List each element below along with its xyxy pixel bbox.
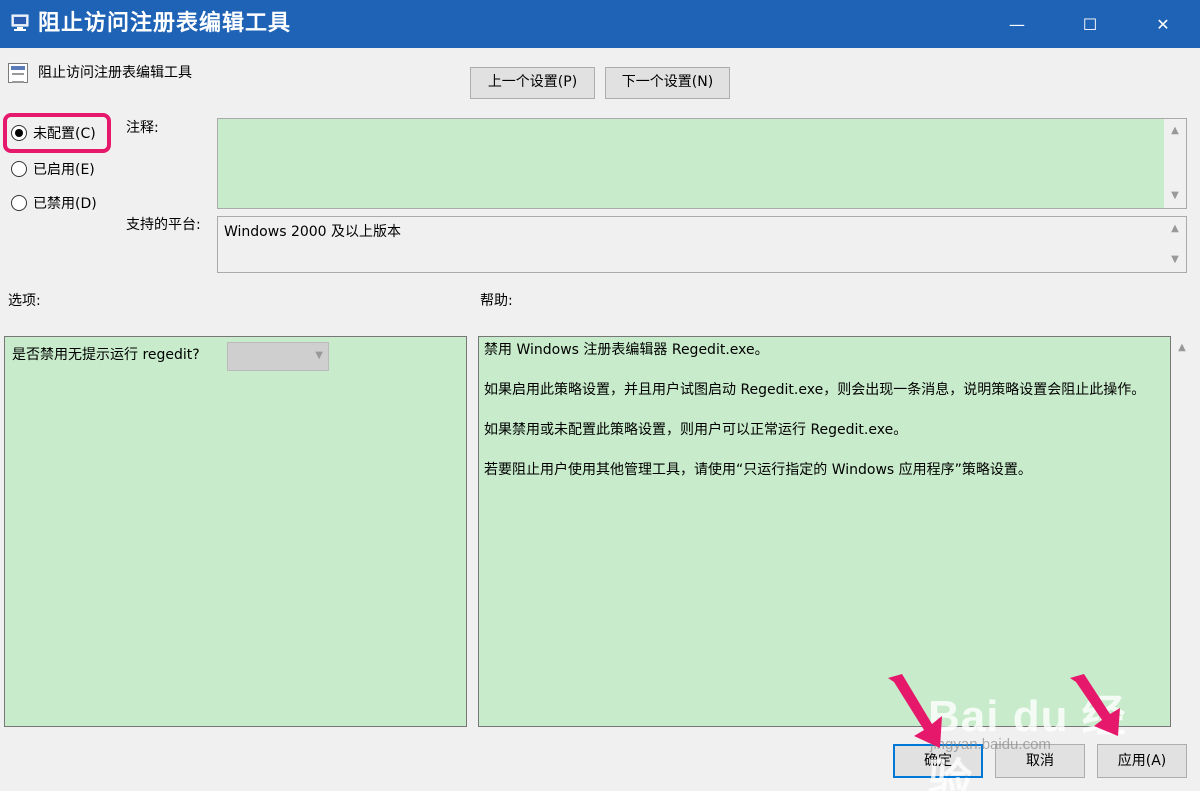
scroll-down-icon[interactable]: ▼ <box>1169 254 1181 266</box>
help-paragraph: 若要阻止用户使用其他管理工具，请使用“只运行指定的 Windows 应用程序”策… <box>484 462 1032 478</box>
policy-setting-icon <box>8 63 28 83</box>
help-paragraph: 如果禁用或未配置此策略设置，则用户可以正常运行 Regedit.exe。 <box>484 422 908 438</box>
platform-value: Windows 2000 及以上版本 <box>224 224 402 240</box>
radio-not-configured[interactable]: 未配置(C) <box>11 123 96 143</box>
arrow-to-apply-icon <box>1070 674 1120 736</box>
next-setting-button[interactable]: 下一个设置(N) <box>605 67 730 99</box>
radio-label: 未配置(C) <box>33 126 96 142</box>
title-bar: 阻止访问注册表编辑工具 — ☐ ✕ <box>0 0 1200 48</box>
radio-button-checked-icon[interactable] <box>11 125 27 141</box>
scroll-up-icon[interactable]: ▲ <box>1176 342 1188 354</box>
scroll-down-icon[interactable]: ▼ <box>1169 190 1181 202</box>
previous-setting-button[interactable]: 上一个设置(P) <box>470 67 595 99</box>
radio-label: 已启用(E) <box>33 162 95 178</box>
platform-label: 支持的平台: <box>126 217 201 233</box>
radio-disabled[interactable]: 已禁用(D) <box>11 193 97 213</box>
note-label: 注释: <box>126 120 159 136</box>
platform-scrollbar[interactable]: ▲ ▼ <box>1164 217 1186 272</box>
radio-label: 已禁用(D) <box>33 196 97 212</box>
close-button[interactable]: ✕ <box>1140 0 1186 48</box>
options-label: 选项: <box>8 293 41 309</box>
scroll-up-icon[interactable]: ▲ <box>1169 223 1181 235</box>
option-question: 是否禁用无提示运行 regedit? <box>12 347 200 363</box>
radio-enabled[interactable]: 已启用(E) <box>11 159 95 179</box>
radio-button-icon[interactable] <box>11 195 27 211</box>
help-paragraph: 禁用 Windows 注册表编辑器 Regedit.exe。 <box>484 342 769 358</box>
scroll-up-icon[interactable]: ▲ <box>1169 125 1181 137</box>
policy-name: 阻止访问注册表编辑工具 <box>38 65 192 81</box>
window-title: 阻止访问注册表编辑工具 <box>38 11 292 36</box>
maximize-button[interactable]: ☐ <box>1067 0 1113 48</box>
group-policy-app-icon <box>11 14 29 31</box>
help-panel: 禁用 Windows 注册表编辑器 Regedit.exe。 如果启用此策略设置… <box>478 336 1171 727</box>
note-scrollbar[interactable]: ▲ ▼ <box>1164 119 1186 208</box>
option-dropdown[interactable]: ▼ <box>227 342 329 371</box>
minimize-button[interactable]: — <box>994 0 1040 48</box>
note-textarea[interactable]: ▲ ▼ <box>217 118 1187 209</box>
annotation-arrows <box>888 674 1120 748</box>
radio-button-icon[interactable] <box>11 161 27 177</box>
options-panel: 是否禁用无提示运行 regedit? ▼ <box>4 336 467 727</box>
arrow-to-ok-icon <box>888 674 942 748</box>
help-label: 帮助: <box>480 293 513 309</box>
chevron-down-icon: ▼ <box>315 350 323 361</box>
help-paragraph: 如果启用此策略设置，并且用户试图启动 Regedit.exe，则会出现一条消息，… <box>484 382 1146 398</box>
platform-field: Windows 2000 及以上版本 ▲ ▼ <box>217 216 1187 273</box>
help-scrollbar[interactable]: ▲ <box>1171 336 1193 727</box>
